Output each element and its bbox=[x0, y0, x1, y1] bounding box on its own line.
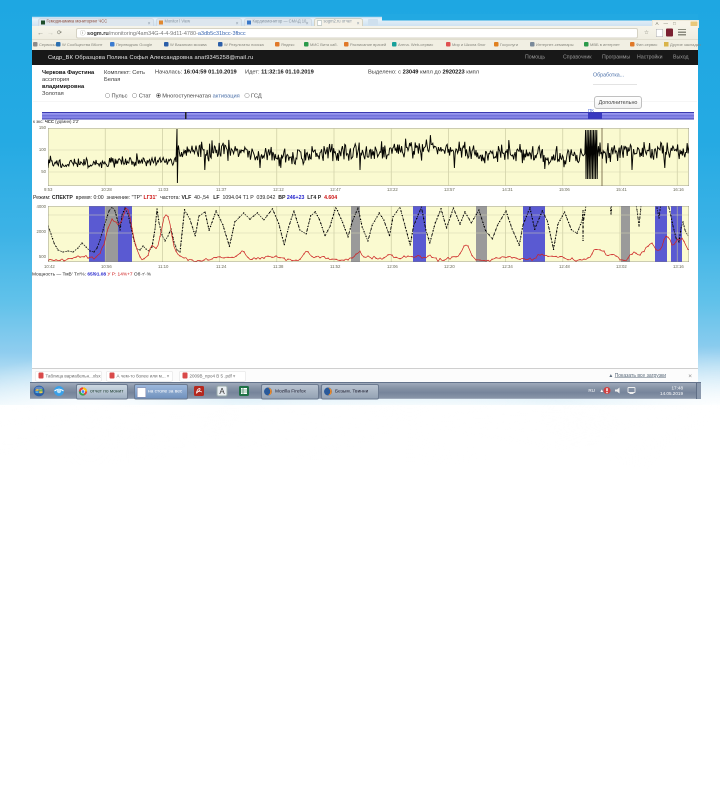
svg-text:A: A bbox=[219, 387, 225, 396]
